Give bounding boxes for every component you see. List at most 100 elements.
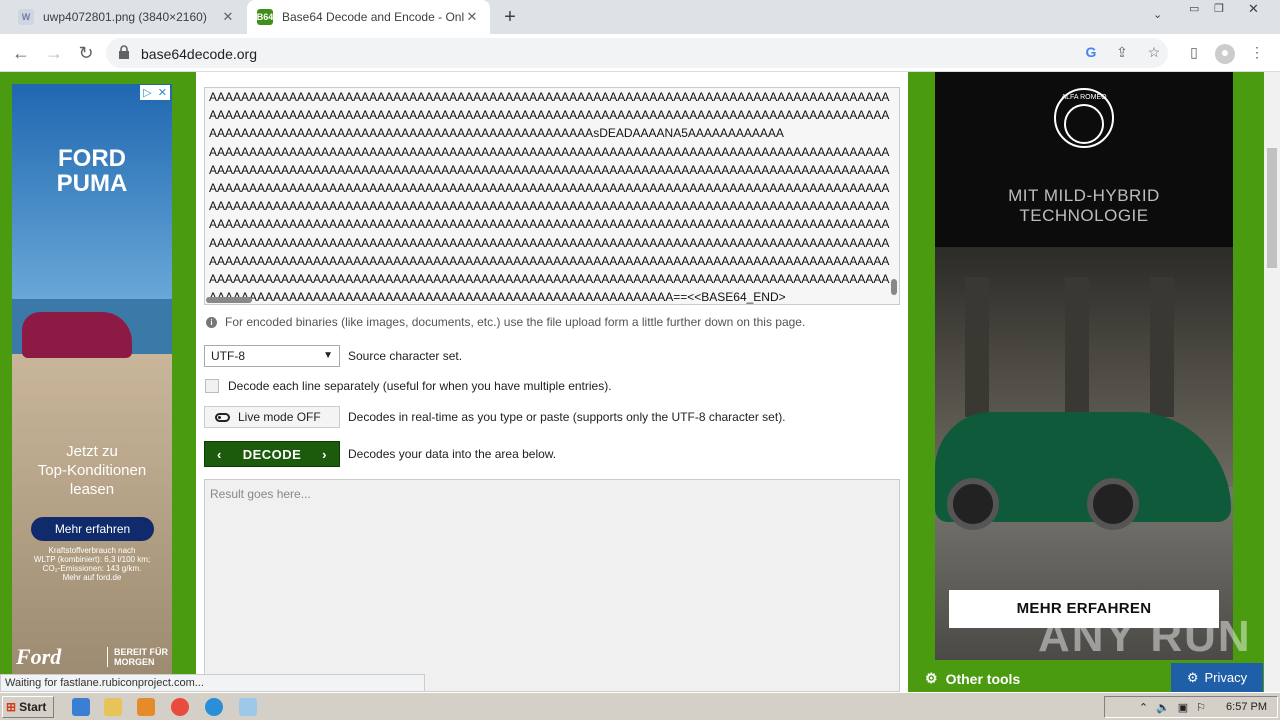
url-text: base64decode.org <box>141 46 257 62</box>
side-panel-icon[interactable]: ▯ <box>1184 44 1204 64</box>
system-tray: ⌃ 🔈 ▣ ⚐ 6:57 PM <box>1104 696 1278 718</box>
decode-button[interactable]: ‹ DECODE › <box>204 441 340 467</box>
decode-row: ‹ DECODE › Decodes your data into the ar… <box>204 441 556 467</box>
encoded-line: AAAAAAAAAAAAAAAAAAAAAAAAAAAAAAAAAAAAAAAA… <box>209 144 890 159</box>
info-icon: i <box>206 316 217 328</box>
encoded-line: AAAAAAAAAAAAAAAAAAAAAAAAAAAAAAAAAAAAAAAA… <box>209 253 890 268</box>
menu-dots-icon[interactable]: ⋮ <box>1247 44 1267 64</box>
ad-headline: MIT MILD-HYBRID TECHNOLOGIE <box>1008 186 1160 225</box>
horizontal-scroll-thumb[interactable] <box>206 297 252 303</box>
upload-hint-text: For encoded binaries (like images, docum… <box>225 315 806 329</box>
encoded-line: AAAAAAAAAAAAAAAAAAAAAAAAAAAAAAAAAAAAAAAA… <box>209 181 890 196</box>
encoded-line: AAAAAAAAAAAAAAAAAAAAAAAAAAAAAAAAAAAAAAAA… <box>209 290 786 305</box>
encoded-line: AAAAAAAAAAAAAAAAAAAAAAAAAAAAAAAAAAAAAAAA… <box>209 162 890 177</box>
google-icon[interactable]: G <box>1082 44 1100 62</box>
ad-car-wheel <box>947 478 999 530</box>
charset-row: UTF-8 ▼ Source character set. <box>204 345 462 367</box>
encoded-line: AAAAAAAAAAAAAAAAAAAAAAAAAAAAAAAAAAAAAAAA… <box>209 217 890 232</box>
live-mode-label: Live mode OFF <box>238 410 321 424</box>
decode-desc: Decodes your data into the area below. <box>348 447 557 461</box>
encoded-input[interactable]: AAAAAAAAAAAAAAAAAAAAAAAAAAAAAAAAAAAAAAAA… <box>204 87 900 305</box>
close-window-icon[interactable]: ✕ <box>1248 1 1259 21</box>
new-tab-button[interactable]: + <box>500 6 520 28</box>
page-scrollbar[interactable] <box>1264 72 1280 692</box>
minimize-icon[interactable]: ▭ <box>1189 2 1199 22</box>
encoded-line: AAAAAAAAAAAAAAAAAAAAAAAAAAAAAAAAAAAAAAAA… <box>209 126 784 141</box>
ad-car-image <box>22 312 132 358</box>
charset-value: UTF-8 <box>211 349 245 363</box>
live-mode-row: Live mode OFF Decodes in real-time as yo… <box>204 406 786 428</box>
notepad-icon[interactable] <box>239 698 257 716</box>
reload-icon[interactable]: ↻ <box>75 42 97 64</box>
tab-strip: W uwp4072801.png (3840×2160) ✕ B64 Base6… <box>0 0 1280 34</box>
chrome-icon[interactable] <box>171 698 189 716</box>
clock: 6:57 PM <box>1226 701 1267 713</box>
page-viewport: ▷ ✕ FORD PUMA Jetzt zu Top-Konditionen le… <box>0 72 1264 692</box>
ad-slogan: BEREIT FÜR MORGEN <box>107 647 168 667</box>
other-tools-label: Other tools <box>945 670 1021 687</box>
vertical-scroll-thumb[interactable] <box>891 279 897 295</box>
result-placeholder: Result goes here... <box>210 487 311 501</box>
ad-cta-button[interactable]: Mehr erfahren <box>31 517 154 541</box>
chevron-left-icon: ‹ <box>217 446 222 462</box>
charset-select[interactable]: UTF-8 ▼ <box>204 345 340 367</box>
ad-building-column <box>965 277 989 417</box>
tab-title: uwp4072801.png (3840×2160) <box>43 10 207 24</box>
live-mode-desc: Decodes in real-time as you type or past… <box>348 410 786 424</box>
flag-icon[interactable]: ⚐ <box>1196 701 1206 714</box>
chevron-right-icon: › <box>322 446 327 462</box>
close-tab-icon[interactable]: ✕ <box>464 9 480 25</box>
other-tools-link[interactable]: ⚙ Other tools <box>925 670 1020 687</box>
tray-arrow-icon[interactable]: ⌃ <box>1139 701 1148 714</box>
encoded-line: AAAAAAAAAAAAAAAAAAAAAAAAAAAAAAAAAAAAAAAA… <box>209 90 890 104</box>
ie-icon[interactable] <box>72 698 90 716</box>
alfa-logo-text: ALFA ROMEO <box>1061 94 1107 101</box>
profile-avatar-icon[interactable]: ● <box>1215 44 1235 64</box>
alfa-logo-emblem <box>1064 104 1104 144</box>
alfa-romeo-logo: ALFA ROMEO <box>1054 88 1114 148</box>
maximize-icon[interactable]: ❐ <box>1214 2 1224 22</box>
browser-toolbar: ← → ↻ base64decode.org G ⇪ ☆ ▯ ● ⋮ <box>0 34 1280 72</box>
encoded-line: AAAAAAAAAAAAAAAAAAAAAAAAAAAAAAAAAAAAAAAA… <box>209 199 890 214</box>
back-icon[interactable]: ← <box>10 42 32 64</box>
status-bar: Waiting for fastlane.rubiconproject.com.… <box>0 674 425 692</box>
gear-icon: ⚙ <box>925 670 938 686</box>
result-output[interactable]: Result goes here... <box>204 479 900 692</box>
live-mode-toggle[interactable]: Live mode OFF <box>204 406 340 428</box>
tab-image[interactable]: W uwp4072801.png (3840×2160) ✕ <box>8 0 246 34</box>
start-button[interactable]: ⊞ Start <box>2 696 54 718</box>
address-bar[interactable]: base64decode.org G ⇪ ☆ <box>106 38 1168 68</box>
encoded-line: AAAAAAAAAAAAAAAAAAAAAAAAAAAAAAAAAAAAAAAA… <box>209 235 890 250</box>
ad-building-column <box>1150 277 1174 417</box>
ad-fineprint: Kraftstoffverbrauch nach WLTP (kombinier… <box>33 546 151 582</box>
chevron-down-icon: ▼ <box>323 350 333 361</box>
tab-base64[interactable]: B64 Base64 Decode and Encode - Online ✕ <box>247 0 490 34</box>
explorer-icon[interactable] <box>104 698 122 716</box>
toggle-icon <box>215 412 230 422</box>
lock-icon <box>119 45 129 59</box>
tab-search-icon[interactable]: ⌄ <box>1153 8 1162 28</box>
each-line-checkbox[interactable] <box>205 379 219 393</box>
bookmark-star-icon[interactable]: ☆ <box>1145 44 1163 62</box>
page-scrollbar-thumb[interactable] <box>1267 148 1277 268</box>
edge-icon[interactable] <box>205 698 223 716</box>
ad-headline: Jetzt zu Top-Konditionen leasen <box>37 443 147 498</box>
volume-icon[interactable]: 🔈 <box>1156 701 1170 714</box>
charset-label: Source character set. <box>348 349 463 363</box>
media-player-icon[interactable] <box>137 698 155 716</box>
forward-icon[interactable]: → <box>43 42 65 64</box>
privacy-label: Privacy <box>1204 670 1248 685</box>
ford-ad[interactable]: ▷ ✕ FORD PUMA Jetzt zu Top-Konditionen le… <box>12 84 172 684</box>
privacy-button[interactable]: ⚙ Privacy <box>1171 663 1263 692</box>
windows-taskbar: ⊞ Start ⌃ 🔈 ▣ ⚐ 6:57 PM <box>0 692 1280 720</box>
alfa-romeo-ad[interactable]: ALFA ROMEO MIT MILD-HYBRID TECHNOLOGIE M… <box>935 72 1233 660</box>
network-icon[interactable]: ▣ <box>1178 701 1188 714</box>
base64-favicon-icon: B64 <box>257 9 273 25</box>
ad-brand: FORD PUMA <box>56 145 128 197</box>
encoded-line: AAAAAAAAAAAAAAAAAAAAAAAAAAAAAAAAAAAAAAAA… <box>209 272 890 287</box>
close-tab-icon[interactable]: ✕ <box>220 9 236 25</box>
upload-hint: i For encoded binaries (like images, doc… <box>206 315 805 329</box>
main-content: AAAAAAAAAAAAAAAAAAAAAAAAAAAAAAAAAAAAAAAA… <box>196 72 908 692</box>
share-icon[interactable]: ⇪ <box>1113 44 1131 62</box>
adchoices-icon[interactable]: ▷ ✕ <box>140 85 170 100</box>
